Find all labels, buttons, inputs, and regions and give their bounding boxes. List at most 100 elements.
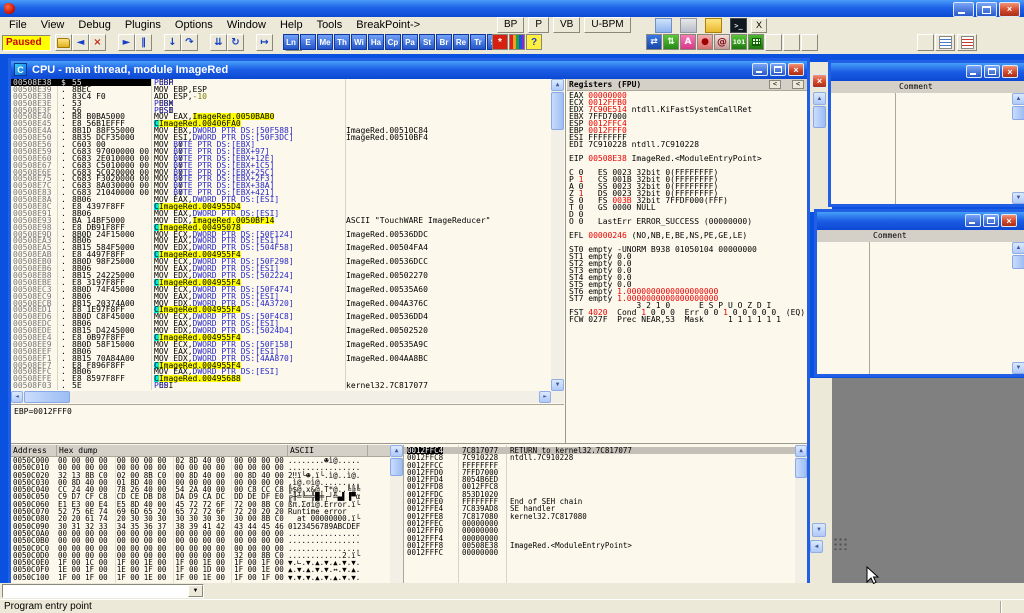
side-window-middle-titlebar[interactable]: × (817, 212, 1024, 230)
stack-row[interactable]: 0012FFFC00000000 (404, 549, 795, 556)
close-button[interactable]: × (1001, 214, 1017, 227)
registers-line[interactable]: T 0 GS 0000 NULL (569, 204, 807, 211)
disasm-row[interactable]: 00508E3E.53PUSH EBX (11, 100, 551, 107)
step-into-icon[interactable]: ↓ (164, 34, 181, 51)
disasm-row[interactable]: 00508E8C.E8 4397F8FFCALL ImageRed.004955… (11, 203, 551, 210)
registers-line[interactable]: EIP 00508E38 ImageRed.<ModuleEntryPoint> (569, 155, 807, 162)
scroll-up-icon[interactable]: ▲ (551, 79, 564, 91)
scrollbar-thumb[interactable] (1012, 106, 1024, 120)
open-icon[interactable] (55, 34, 72, 51)
toolbar-view-button-th[interactable]: Th (334, 34, 350, 50)
toolbar-view-button-e[interactable]: E (300, 34, 316, 50)
menu-item-view[interactable]: View (34, 19, 72, 31)
cpu-restore-button[interactable] (770, 63, 786, 76)
disasm-row[interactable]: 00508E9D.8B0D 24F15000MOV ECX,DWORD PTR … (11, 231, 551, 238)
side-window-top-titlebar[interactable]: × (831, 63, 1024, 81)
maximize-button[interactable] (984, 65, 1000, 78)
command-input[interactable]: ▼ (2, 584, 204, 598)
animate-over-icon[interactable]: ↻ (227, 34, 244, 51)
binary-icon[interactable]: 101 (731, 34, 747, 50)
side-window-top-body[interactable]: ▲ ▼ (831, 93, 1024, 204)
animate-into-icon[interactable]: ⇊ (210, 34, 227, 51)
back-icon[interactable]: ◄ (72, 34, 89, 51)
side-window-middle-body[interactable]: ▲ ▼ (817, 242, 1024, 374)
scroll-left-icon[interactable]: ◄ (11, 391, 23, 403)
menu-item-file[interactable]: File (2, 19, 34, 31)
toolbar-view-button-me[interactable]: Me (317, 34, 333, 50)
menu-item-breakpoint[interactable]: BreakPoint-> (349, 19, 427, 31)
disasm-row[interactable]: 00508E83.C683 21040000 00MOV BYTE PTR DS… (11, 189, 551, 196)
close-icon[interactable]: × (89, 34, 106, 51)
disasm-row[interactable]: 00508E3B.83C4 F0ADD ESP,-10 (11, 93, 551, 100)
chevron-down-icon[interactable]: ▼ (188, 585, 203, 597)
toolbar-view-button-tr[interactable]: Tr (470, 34, 486, 50)
options-icon[interactable]: * (492, 34, 508, 50)
app-minimize-button[interactable] (953, 2, 974, 17)
scroll-down-icon[interactable]: ▼ (551, 379, 564, 391)
toolbar-view-button-cp[interactable]: Cp (385, 34, 401, 50)
step-over-icon[interactable]: ↷ (181, 34, 198, 51)
toolbar-view-button-br[interactable]: Br (436, 34, 452, 50)
scroll-right-icon[interactable]: ► (539, 391, 551, 403)
cpu-titlebar[interactable]: C CPU - main thread, module ImageRed × (11, 61, 807, 79)
scroll-up-icon[interactable]: ▲ (1012, 93, 1024, 105)
scroll-up-icon[interactable]: ▲ (795, 445, 807, 457)
menu-plugin-button-u-bpm[interactable]: U-BPM (584, 17, 630, 33)
disasm-row[interactable]: 00508EE9.8B0D 58F15000MOV ECX,DWORD PTR … (11, 341, 551, 348)
toolbar-view-button-re[interactable]: Re (453, 34, 469, 50)
run-icon[interactable]: ► (118, 34, 135, 51)
disasm-row[interactable]: 00508F03.5EPOP ESIkernel32.7C817077 (11, 382, 551, 389)
minimize-button[interactable] (966, 65, 982, 78)
folder-icon[interactable] (705, 18, 722, 33)
cpu-close-button[interactable]: × (788, 63, 804, 76)
dump-row[interactable]: 0050C1001F 00 1F 00 1F 00 1E 00 1F 00 1E… (11, 574, 390, 581)
menu-item-debug[interactable]: Debug (71, 19, 117, 31)
toolbar-view-button-ln[interactable]: Ln (283, 34, 299, 50)
disasm-row[interactable]: 00508EFE.E8 8597F8FFCALL ImageRed.004956… (11, 375, 551, 382)
minimize-button[interactable] (965, 214, 981, 227)
registers-line[interactable]: EDI 7C910228 ntdll.7C910228 (569, 141, 807, 148)
execute-till-return-icon[interactable]: ↦ (256, 34, 273, 51)
scrollbar-thumb[interactable] (24, 391, 70, 403)
app-titlebar[interactable]: × (0, 0, 1024, 17)
console-icon[interactable]: >_ (730, 18, 747, 33)
scroll-down-icon[interactable]: ▼ (1012, 362, 1024, 374)
report-icon[interactable] (957, 34, 977, 51)
maximize-button[interactable] (983, 214, 999, 227)
disasm-row[interactable]: 00508EB0.8B0D 98F25000MOV ECX,DWORD PTR … (11, 258, 551, 265)
fragment-close-button[interactable]: × (812, 74, 827, 88)
menu-item-tools[interactable]: Tools (310, 19, 350, 31)
scrollbar-thumb[interactable] (551, 92, 564, 130)
registers-next-icon[interactable]: < (792, 80, 804, 89)
menu-plugin-button-bp[interactable]: BP (497, 17, 524, 33)
log-icon[interactable] (680, 18, 697, 33)
copy-doc-icon[interactable] (655, 18, 672, 33)
toolbar-view-button-wi[interactable]: Wi (351, 34, 367, 50)
help-icon[interactable]: ? (526, 34, 542, 50)
scroll-left-icon[interactable]: ◄ (810, 540, 823, 553)
scroll-up-icon[interactable]: ▲ (1012, 242, 1024, 254)
registers-line[interactable]: FCW 027F Prec NEAR,53 Mask 1 1 1 1 1 1 (569, 316, 807, 323)
scroll-up-icon[interactable]: ▲ (813, 92, 826, 105)
disasm-row[interactable]: 00508E38$55PUSH EBP (11, 79, 551, 86)
toolbar-view-button-st[interactable]: St (419, 34, 435, 50)
registers-prev-icon[interactable]: < (769, 80, 781, 89)
registers-line[interactable]: O 0 LastErr ERROR_SUCCESS (00000000) (569, 218, 807, 225)
scrollbar-thumb[interactable] (813, 106, 826, 128)
app-restore-button[interactable] (976, 2, 997, 17)
scrollbar-thumb[interactable] (795, 458, 807, 478)
cpu-minimize-button[interactable] (752, 63, 768, 76)
menu-item-help[interactable]: Help (273, 19, 310, 31)
window-icon[interactable] (748, 34, 764, 50)
swap-icon[interactable]: ⇄ (646, 34, 662, 50)
appearance-icon[interactable] (509, 34, 525, 50)
app-close-button[interactable]: × (999, 2, 1020, 17)
menu-item-plugins[interactable]: Plugins (118, 19, 168, 31)
spiral-icon[interactable]: @ (714, 34, 730, 50)
updown-icon[interactable]: ⇅ (663, 34, 679, 50)
scroll-up-icon[interactable]: ▲ (390, 445, 403, 457)
toolbar-view-button-pa[interactable]: Pa (402, 34, 418, 50)
disasm-row[interactable]: 00508EF7.E8 F896F8FFCALL ImageRed.004955… (11, 362, 551, 369)
scrollbar-thumb[interactable] (1012, 255, 1024, 269)
close-button[interactable]: × (1002, 65, 1018, 78)
